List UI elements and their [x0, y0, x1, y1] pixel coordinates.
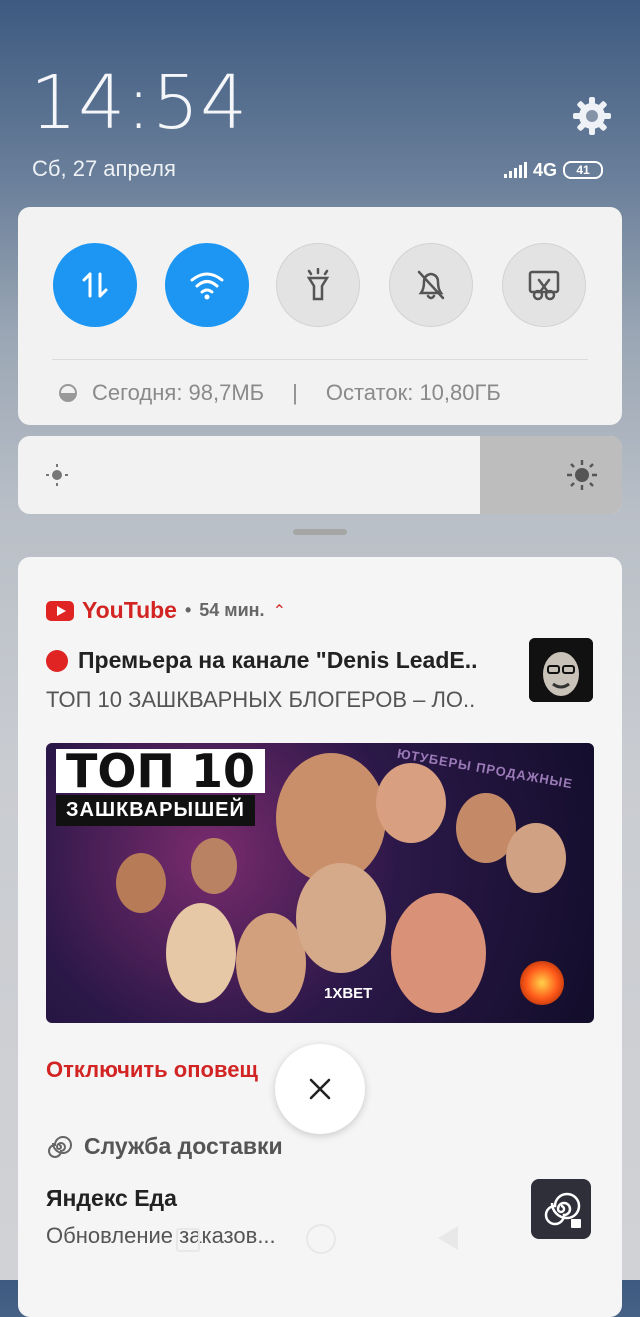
usage-remaining: Остаток: 10,80ГБ: [325, 380, 501, 405]
wifi-toggle[interactable]: [165, 243, 249, 327]
scissors-icon: [528, 270, 560, 301]
youtube-icon: [46, 600, 74, 621]
spiral-icon: [48, 1135, 72, 1158]
delivery-notification-header[interactable]: Служба доставки: [46, 1133, 283, 1160]
notification-list: YouTube • 54 мин. ⌃ Премьера на канале "…: [18, 557, 622, 1317]
youtube-notification-subtitle[interactable]: ТОП 10 ЗАШКВАРНЫХ БЛОГЕРОВ – ЛО..: [46, 687, 516, 713]
data-usage-icon: [59, 384, 77, 402]
divider: [52, 359, 588, 360]
thumbnail-subtitle: ЗАШКВАРЫШЕЙ: [56, 795, 255, 826]
screenshot-toggle[interactable]: [502, 243, 586, 327]
video-thumbnail[interactable]: ТОП 10 ЗАШКВАРЫШЕЙ ЮТУБЕРЫ ПРОДАЖНЫЕ 1XB…: [46, 743, 594, 1023]
silent-toggle[interactable]: [389, 243, 473, 327]
usage-today: Сегодня: 98,7МБ: [92, 380, 265, 405]
data-transfer-icon: [82, 272, 108, 298]
back-button[interactable]: [438, 1226, 458, 1250]
battery-icon: 41: [563, 161, 604, 179]
signal-icon: [504, 162, 527, 178]
brightness-slider[interactable]: [18, 436, 622, 514]
network-type: 4G: [533, 159, 558, 180]
close-icon: [309, 1078, 331, 1100]
data-usage[interactable]: Сегодня: 98,7МБ | Остаток: 10,80ГБ: [58, 380, 501, 406]
mute-notifications-button[interactable]: Отключить оповещ: [46, 1057, 258, 1083]
home-button[interactable]: [306, 1224, 336, 1254]
delivery-notification-subtitle[interactable]: Обновление заказов...: [46, 1223, 276, 1249]
channel-avatar: [529, 638, 593, 702]
fire-graphic: [520, 961, 564, 1005]
settings-gear-icon[interactable]: [570, 94, 614, 138]
status-indicators: 4G 41: [504, 158, 604, 182]
clear-all-button[interactable]: [275, 1044, 365, 1134]
yandex-eda-app-icon: [531, 1179, 591, 1239]
mobile-data-toggle[interactable]: [53, 243, 137, 327]
clock: 14:54: [30, 60, 249, 146]
flashlight-toggle[interactable]: [276, 243, 360, 327]
date: Сб, 27 апреля: [32, 156, 176, 181]
collapse-chevron-icon[interactable]: ⌃: [273, 601, 286, 621]
brightness-slider-remaining: [480, 436, 622, 514]
recents-button[interactable]: [176, 1228, 200, 1252]
wifi-icon: [190, 272, 224, 300]
thumbnail-title: ТОП 10: [56, 748, 266, 794]
youtube-app-name: YouTube: [82, 597, 177, 623]
live-dot-icon: [46, 649, 68, 672]
flashlight-icon: [306, 268, 330, 301]
youtube-notification-header[interactable]: YouTube • 54 мин. ⌃: [46, 597, 286, 624]
usage-separator: |: [292, 380, 298, 405]
brightness-high-icon: [567, 460, 597, 490]
bell-off-icon: [417, 270, 445, 300]
quick-settings-panel: Сегодня: 98,7МБ | Остаток: 10,80ГБ: [18, 207, 622, 425]
thumbnail-brand: 1XBET: [324, 985, 373, 1002]
panel-drag-handle[interactable]: [293, 529, 347, 535]
youtube-notification-title[interactable]: Премьера на канале "Denis LeadE..: [46, 647, 506, 674]
youtube-time: 54 мин.: [199, 600, 265, 620]
delivery-notification-title[interactable]: Яндекс Еда: [46, 1185, 177, 1212]
brightness-low-icon: [46, 464, 68, 486]
delivery-app-name: Служба доставки: [84, 1133, 283, 1159]
